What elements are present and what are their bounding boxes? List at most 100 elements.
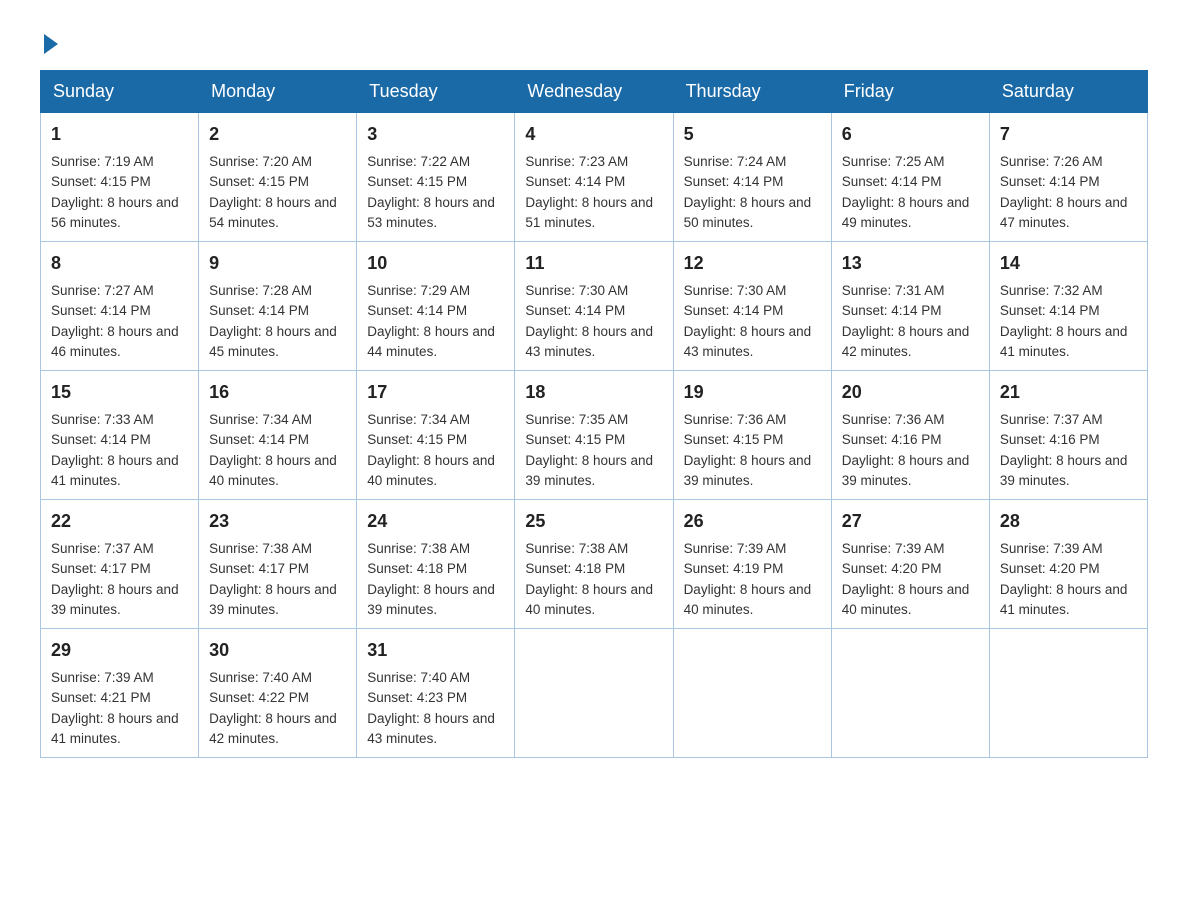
calendar-day-cell: 24 Sunrise: 7:38 AM Sunset: 4:18 PM Dayl… [357,500,515,629]
sunset-label: Sunset: 4:19 PM [684,561,784,576]
day-number: 7 [1000,121,1137,148]
day-number: 28 [1000,508,1137,535]
calendar-day-cell: 4 Sunrise: 7:23 AM Sunset: 4:14 PM Dayli… [515,113,673,242]
daylight-label: Daylight: 8 hours and 45 minutes. [209,324,337,359]
calendar-day-cell [673,629,831,758]
daylight-label: Daylight: 8 hours and 40 minutes. [842,582,970,617]
sunrise-label: Sunrise: 7:30 AM [525,283,628,298]
sunrise-label: Sunrise: 7:39 AM [842,541,945,556]
sunset-label: Sunset: 4:14 PM [684,303,784,318]
daylight-label: Daylight: 8 hours and 49 minutes. [842,195,970,230]
day-number: 23 [209,508,346,535]
day-of-week-header: Sunday [41,71,199,113]
daylight-label: Daylight: 8 hours and 39 minutes. [1000,453,1128,488]
page-header [40,30,1148,50]
calendar-day-cell: 3 Sunrise: 7:22 AM Sunset: 4:15 PM Dayli… [357,113,515,242]
day-number: 22 [51,508,188,535]
daylight-label: Daylight: 8 hours and 40 minutes. [367,453,495,488]
daylight-label: Daylight: 8 hours and 39 minutes. [209,582,337,617]
day-number: 25 [525,508,662,535]
daylight-label: Daylight: 8 hours and 53 minutes. [367,195,495,230]
daylight-label: Daylight: 8 hours and 42 minutes. [209,711,337,746]
sunrise-label: Sunrise: 7:34 AM [367,412,470,427]
sunset-label: Sunset: 4:18 PM [367,561,467,576]
day-number: 6 [842,121,979,148]
daylight-label: Daylight: 8 hours and 41 minutes. [1000,324,1128,359]
sunrise-label: Sunrise: 7:22 AM [367,154,470,169]
sunset-label: Sunset: 4:20 PM [842,561,942,576]
day-number: 31 [367,637,504,664]
sunrise-label: Sunrise: 7:38 AM [525,541,628,556]
daylight-label: Daylight: 8 hours and 43 minutes. [684,324,812,359]
day-of-week-header: Saturday [989,71,1147,113]
day-number: 16 [209,379,346,406]
daylight-label: Daylight: 8 hours and 39 minutes. [525,453,653,488]
daylight-label: Daylight: 8 hours and 42 minutes. [842,324,970,359]
sunset-label: Sunset: 4:15 PM [525,432,625,447]
calendar-header-row: SundayMondayTuesdayWednesdayThursdayFrid… [41,71,1148,113]
calendar-week-row: 22 Sunrise: 7:37 AM Sunset: 4:17 PM Dayl… [41,500,1148,629]
calendar-day-cell: 20 Sunrise: 7:36 AM Sunset: 4:16 PM Dayl… [831,371,989,500]
day-number: 14 [1000,250,1137,277]
sunrise-label: Sunrise: 7:40 AM [367,670,470,685]
sunset-label: Sunset: 4:20 PM [1000,561,1100,576]
calendar-day-cell: 29 Sunrise: 7:39 AM Sunset: 4:21 PM Dayl… [41,629,199,758]
sunrise-label: Sunrise: 7:39 AM [1000,541,1103,556]
sunrise-label: Sunrise: 7:20 AM [209,154,312,169]
daylight-label: Daylight: 8 hours and 50 minutes. [684,195,812,230]
sunrise-label: Sunrise: 7:39 AM [51,670,154,685]
sunset-label: Sunset: 4:15 PM [51,174,151,189]
sunrise-label: Sunrise: 7:38 AM [367,541,470,556]
day-number: 12 [684,250,821,277]
calendar-day-cell: 10 Sunrise: 7:29 AM Sunset: 4:14 PM Dayl… [357,242,515,371]
daylight-label: Daylight: 8 hours and 41 minutes. [51,453,179,488]
day-number: 17 [367,379,504,406]
day-number: 9 [209,250,346,277]
daylight-label: Daylight: 8 hours and 43 minutes. [525,324,653,359]
sunrise-label: Sunrise: 7:37 AM [1000,412,1103,427]
sunrise-label: Sunrise: 7:40 AM [209,670,312,685]
calendar-day-cell [515,629,673,758]
sunrise-label: Sunrise: 7:39 AM [684,541,787,556]
calendar-day-cell: 23 Sunrise: 7:38 AM Sunset: 4:17 PM Dayl… [199,500,357,629]
day-number: 10 [367,250,504,277]
day-of-week-header: Monday [199,71,357,113]
calendar-week-row: 8 Sunrise: 7:27 AM Sunset: 4:14 PM Dayli… [41,242,1148,371]
sunset-label: Sunset: 4:14 PM [51,303,151,318]
sunset-label: Sunset: 4:17 PM [51,561,151,576]
logo-arrow-icon [44,34,58,54]
day-number: 26 [684,508,821,535]
sunset-label: Sunset: 4:15 PM [209,174,309,189]
sunrise-label: Sunrise: 7:34 AM [209,412,312,427]
sunset-label: Sunset: 4:22 PM [209,690,309,705]
calendar-day-cell: 16 Sunrise: 7:34 AM Sunset: 4:14 PM Dayl… [199,371,357,500]
sunrise-label: Sunrise: 7:25 AM [842,154,945,169]
sunrise-label: Sunrise: 7:31 AM [842,283,945,298]
calendar-week-row: 15 Sunrise: 7:33 AM Sunset: 4:14 PM Dayl… [41,371,1148,500]
calendar-day-cell: 9 Sunrise: 7:28 AM Sunset: 4:14 PM Dayli… [199,242,357,371]
daylight-label: Daylight: 8 hours and 41 minutes. [1000,582,1128,617]
sunset-label: Sunset: 4:14 PM [842,303,942,318]
sunrise-label: Sunrise: 7:33 AM [51,412,154,427]
day-of-week-header: Friday [831,71,989,113]
day-number: 15 [51,379,188,406]
daylight-label: Daylight: 8 hours and 51 minutes. [525,195,653,230]
sunset-label: Sunset: 4:15 PM [684,432,784,447]
sunset-label: Sunset: 4:18 PM [525,561,625,576]
day-number: 13 [842,250,979,277]
calendar-day-cell: 25 Sunrise: 7:38 AM Sunset: 4:18 PM Dayl… [515,500,673,629]
daylight-label: Daylight: 8 hours and 54 minutes. [209,195,337,230]
day-number: 8 [51,250,188,277]
sunset-label: Sunset: 4:21 PM [51,690,151,705]
daylight-label: Daylight: 8 hours and 46 minutes. [51,324,179,359]
sunrise-label: Sunrise: 7:30 AM [684,283,787,298]
calendar-day-cell: 30 Sunrise: 7:40 AM Sunset: 4:22 PM Dayl… [199,629,357,758]
daylight-label: Daylight: 8 hours and 39 minutes. [367,582,495,617]
day-number: 1 [51,121,188,148]
calendar-day-cell: 17 Sunrise: 7:34 AM Sunset: 4:15 PM Dayl… [357,371,515,500]
calendar-day-cell: 7 Sunrise: 7:26 AM Sunset: 4:14 PM Dayli… [989,113,1147,242]
sunset-label: Sunset: 4:14 PM [367,303,467,318]
day-number: 20 [842,379,979,406]
calendar-week-row: 1 Sunrise: 7:19 AM Sunset: 4:15 PM Dayli… [41,113,1148,242]
calendar-day-cell: 22 Sunrise: 7:37 AM Sunset: 4:17 PM Dayl… [41,500,199,629]
